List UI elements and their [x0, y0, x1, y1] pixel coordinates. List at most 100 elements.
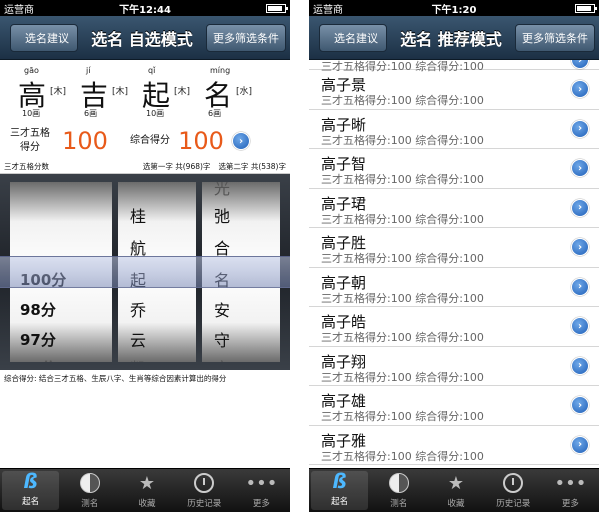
carrier-label: 运营商: [313, 4, 343, 16]
more-icon: •••: [245, 472, 278, 494]
list-item[interactable]: 高子晰 三才五格得分:100 综合得分:100 ›: [309, 110, 599, 149]
tab-favorites[interactable]: ★ 收藏: [118, 469, 175, 512]
wheel-item[interactable]: 96分: [10, 352, 112, 363]
element: [木]: [50, 87, 67, 97]
star-icon: ★: [138, 472, 156, 494]
name-icon: ß: [332, 469, 347, 493]
detail-arrow-icon[interactable]: ›: [571, 159, 589, 177]
detail-arrow-icon[interactable]: ›: [571, 317, 589, 335]
row-detail: 三才五格得分:100 综合得分:100: [321, 133, 484, 147]
list-item[interactable]: 高子智 三才五格得分:100 综合得分:100 ›: [309, 149, 599, 189]
back-button[interactable]: 选名建议: [10, 23, 78, 52]
row-detail: 三才五格得分:100 综合得分:100: [321, 291, 484, 305]
tab-label: 收藏: [447, 499, 465, 509]
row-detail: 三才五格得分:100 综合得分:100: [321, 331, 484, 344]
total-score-label: 综合得分: [130, 135, 170, 146]
wheel-item[interactable]: 弛: [202, 200, 280, 230]
element: [水]: [236, 87, 253, 97]
battery-icon: [266, 3, 288, 13]
list-item[interactable]: 高子朝 三才五格得分:100 综合得分:100 ›: [309, 268, 599, 307]
nav-bar: 选名建议 选名 推荐模式 更多筛选条件: [309, 16, 599, 60]
page-title: 选名 推荐模式: [400, 29, 502, 49]
tab-history[interactable]: 历史记录: [176, 469, 233, 512]
tab-label: 起名: [331, 497, 349, 507]
filter-button[interactable]: 更多筛选条件: [205, 23, 286, 52]
detail-arrow-icon[interactable]: ›: [571, 60, 589, 69]
tab-favorites[interactable]: ★ 收藏: [427, 469, 484, 512]
detail-arrow-icon[interactable]: ›: [571, 238, 589, 256]
detail-arrow-icon[interactable]: ›: [571, 277, 589, 296]
list-item[interactable]: 高子皓 三才五格得分:100 综合得分:100 ›: [309, 307, 599, 347]
detail-arrow-icon[interactable]: ›: [571, 198, 589, 217]
score-row: 三才五格得分 100 综合得分 100 ›: [0, 122, 290, 160]
wheel-item[interactable]: 97分: [10, 324, 112, 354]
tab-label: 历史记录: [496, 499, 531, 509]
tab-label: 测名: [81, 499, 99, 509]
wheel-item[interactable]: 守: [202, 324, 280, 354]
status-time: 下午1:20: [431, 4, 477, 16]
tab-label: 起名: [22, 497, 40, 507]
tab-bar: ß 起名 测名 ★ 收藏 历史记录 ••• 更多: [0, 468, 290, 512]
list-item[interactable]: 高子胜 三才五格得分:100 综合得分:100 ›: [309, 228, 599, 268]
list-item[interactable]: 高子珺 三才五格得分:100 综合得分:100 ›: [309, 189, 599, 228]
detail-arrow-icon[interactable]: ›: [571, 435, 589, 454]
picker-selection-bar: [0, 256, 290, 288]
detail-arrow-icon[interactable]: ›: [571, 80, 589, 98]
tab-history[interactable]: 历史记录: [485, 469, 542, 512]
detail-arrow-icon[interactable]: ›: [571, 119, 589, 138]
char-block: gāo 高 [木] 10画: [14, 66, 76, 122]
tab-more[interactable]: ••• 更多: [233, 469, 290, 512]
name-icon: ß: [23, 469, 38, 493]
star-icon: ★: [447, 472, 465, 494]
wheel-item[interactable]: 云: [118, 324, 196, 354]
name-picker[interactable]: 100分 98分 97分 96分 桂 航 起 乔 云 凯 光 弛 合 名 安 守…: [0, 174, 290, 370]
char-block: míng 名 [水] 6画: [200, 66, 262, 122]
list-item[interactable]: 高子翔 三才五格得分:100 综合得分:100 ›: [309, 347, 599, 386]
tab-more[interactable]: ••• 更多: [542, 469, 599, 512]
right-screen: 运营商 下午1:20 选名建议 选名 推荐模式 更多筛选条件 三才五格得分:10…: [309, 0, 599, 512]
row-detail: 三才五格得分:100 综合得分:100: [321, 410, 484, 423]
strokes: 10画: [146, 109, 165, 118]
tab-ceming[interactable]: 测名: [370, 469, 427, 512]
wheel-item[interactable]: 乔: [118, 294, 196, 324]
char-block: jí 吉 [木] 6画: [76, 66, 138, 122]
list-item[interactable]: 高子景 三才五格得分:100 综合得分:100 ›: [309, 70, 599, 110]
wheel-item[interactable]: 光: [202, 182, 280, 202]
filter-button[interactable]: 更多筛选条件: [514, 23, 595, 52]
wheel-item[interactable]: 桂: [118, 200, 196, 230]
detail-arrow-icon[interactable]: ›: [571, 356, 589, 375]
detail-arrow-icon[interactable]: ›: [232, 132, 250, 150]
status-bar: 运营商 下午1:20: [309, 0, 599, 16]
wheel-item[interactable]: 宝: [202, 352, 280, 362]
row-detail: 三才五格得分:100 综合得分:100: [321, 212, 484, 226]
element: [木]: [112, 87, 129, 97]
list-item[interactable]: 三才五格得分:100 综合得分:100 ›: [309, 60, 599, 73]
back-button[interactable]: 选名建议: [319, 23, 387, 52]
taiji-icon: [388, 473, 409, 493]
list-item[interactable]: 高子雄 三才五格得分:100 综合得分:100 ›: [309, 386, 599, 426]
wheel-item[interactable]: 98分: [10, 294, 112, 324]
wheel-item[interactable]: 凯: [118, 352, 196, 362]
tab-label: 更多: [252, 499, 270, 509]
row-detail: 三才五格得分:100 综合得分:100: [321, 252, 484, 265]
first-char-count: 选第一字 共(968)字: [142, 162, 211, 171]
tab-label: 测名: [390, 499, 408, 509]
tab-qiming[interactable]: ß 起名: [311, 469, 369, 510]
wheel-item[interactable]: 安: [202, 294, 280, 324]
detail-arrow-icon[interactable]: ›: [571, 396, 589, 414]
list-item[interactable]: 高子雅 三才五格得分:100 综合得分:100 ›: [309, 426, 599, 465]
row-detail: 三才五格得分:100 综合得分:100: [321, 94, 484, 107]
nav-bar: 选名建议 选名 自选模式 更多筛选条件: [0, 16, 290, 60]
tab-bar: ß 起名 测名 ★ 收藏 历史记录 ••• 更多: [309, 468, 599, 512]
char-block: qǐ 起 [木] 10画: [138, 66, 200, 122]
clock-icon: [503, 473, 524, 493]
picker-info: 三才五格分数 选第一字 共(968)字 选第二字 共(538)字: [0, 160, 290, 174]
tab-ceming[interactable]: 测名: [61, 469, 118, 512]
total-score-value: 100: [178, 127, 224, 155]
tab-label: 收藏: [138, 499, 156, 509]
tab-qiming[interactable]: ß 起名: [2, 469, 60, 510]
strokes: 6画: [208, 109, 222, 118]
row-detail: 三才五格得分:100 综合得分:100: [321, 370, 484, 384]
row-detail: 三才五格得分:100 综合得分:100: [321, 449, 484, 463]
tab-label: 更多: [561, 499, 579, 509]
